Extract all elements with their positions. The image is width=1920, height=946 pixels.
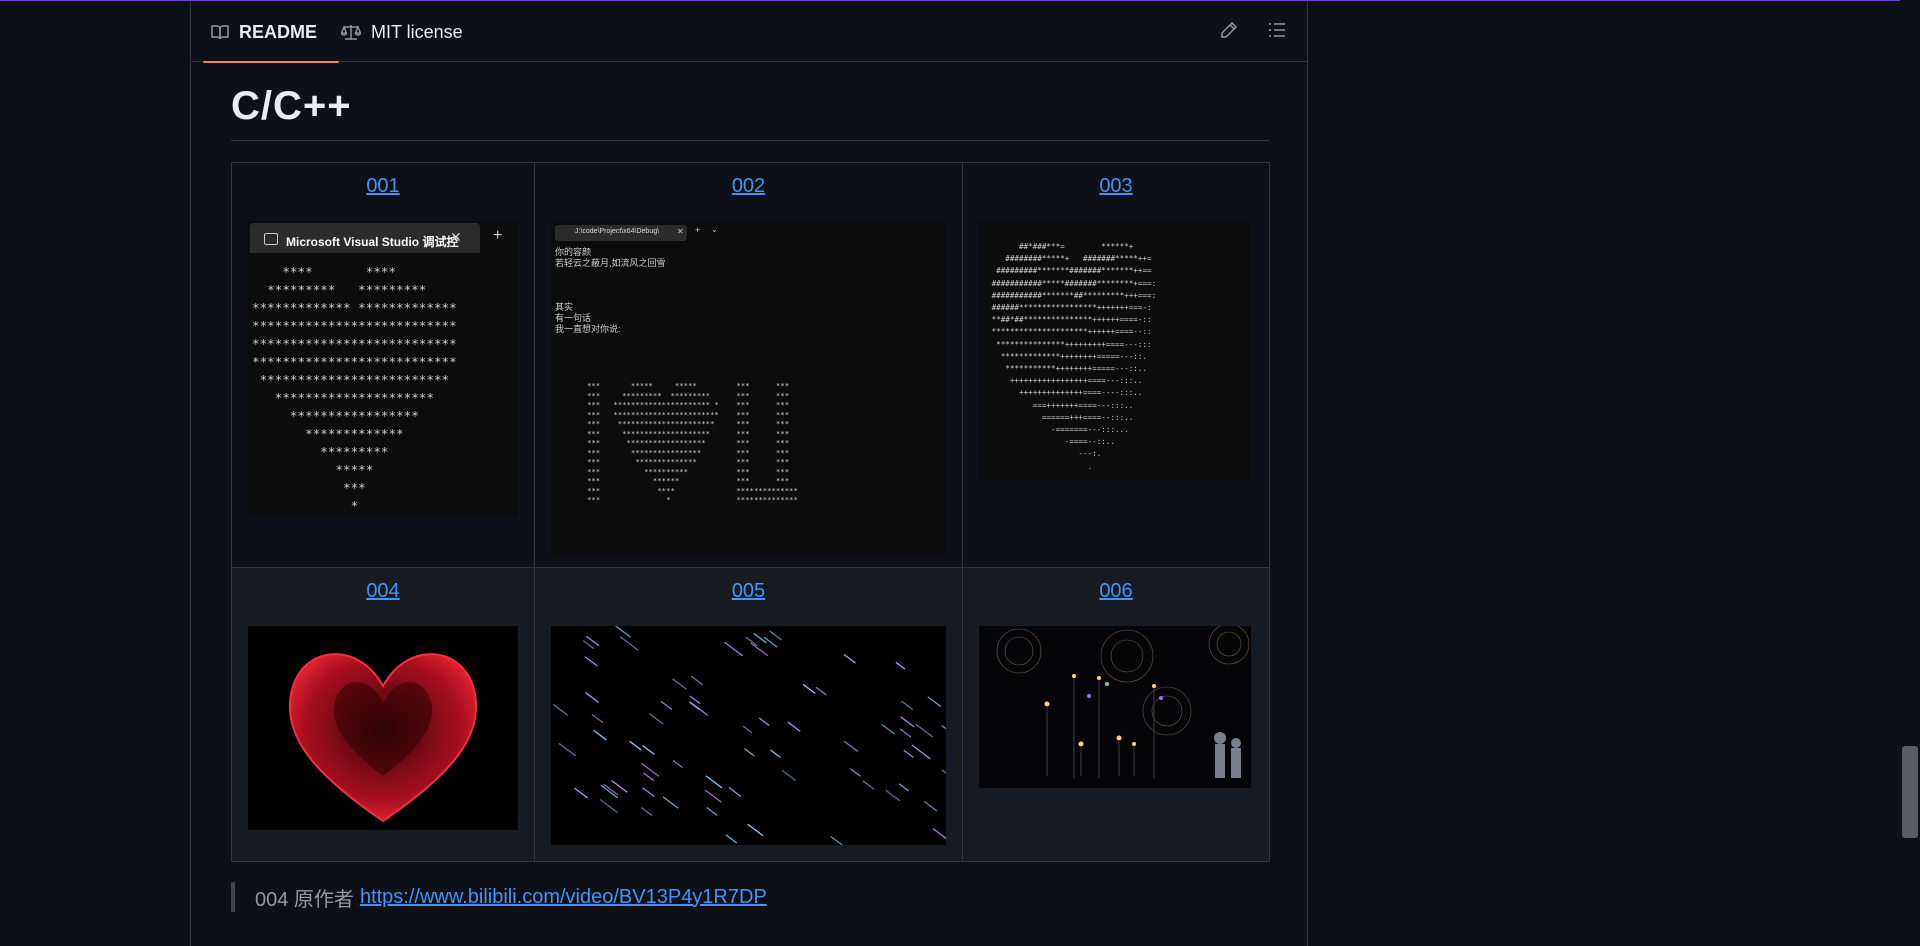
link-003[interactable]: 003 xyxy=(963,175,1269,198)
screenshot-006[interactable] xyxy=(979,626,1251,788)
console-title: J:\code\Project\x64\Debug\ xyxy=(575,228,660,235)
meteor-shower-image xyxy=(551,626,946,845)
tab-readme[interactable]: README xyxy=(203,2,339,63)
screenshot-004[interactable] xyxy=(248,626,518,830)
link-004[interactable]: 004 xyxy=(232,580,534,603)
particle-heart-image xyxy=(288,653,478,823)
tab-license-label: MIT license xyxy=(371,21,463,42)
link-006[interactable]: 006 xyxy=(963,580,1269,603)
ascii-i-love-u-art: *** ***** ***** *** *** *** ********* **… xyxy=(587,381,798,504)
fireworks-image xyxy=(979,626,1251,788)
heading-divider xyxy=(231,140,1269,141)
link-001[interactable]: 001 xyxy=(232,175,534,198)
gallery-cell-005: 005 xyxy=(534,567,963,862)
tab-readme-label: README xyxy=(239,21,318,42)
project-gallery: 001 Microsoft Visual Studio 调试控 ✕ + ****… xyxy=(231,162,1270,862)
book-icon xyxy=(211,24,229,40)
gallery-cell-002: 002 J:\code\Project\x64\Debug\ ✕ + ⌄ 你的容… xyxy=(534,162,963,568)
readme-panel: README MIT license C/C++ 001 Microsoft V… xyxy=(190,2,1308,946)
bilibili-link[interactable]: https://www.bilibili.com/video/BV13P4y1R… xyxy=(360,886,767,909)
gallery-cell-006: 006 xyxy=(962,567,1270,862)
page-scrollbar-thumb[interactable] xyxy=(1902,746,1918,838)
gallery-row: 004 005 006 xyxy=(231,567,1270,862)
vs-console-title: Microsoft Visual Studio 调试控 xyxy=(286,235,459,249)
console-titlebar: J:\code\Project\x64\Debug\ ✕ xyxy=(555,225,687,241)
plus-icon: + xyxy=(695,225,701,235)
link-002[interactable]: 002 xyxy=(535,175,962,198)
screenshot-003[interactable]: ##*###***= ******+ ########*****+ ######… xyxy=(979,221,1251,479)
tab-license[interactable]: MIT license xyxy=(341,2,463,62)
attribution-text: 004 原作者 xyxy=(255,888,354,911)
gallery-cell-004: 004 xyxy=(231,567,535,862)
link-005[interactable]: 005 xyxy=(535,580,962,603)
outline-button[interactable] xyxy=(1265,20,1289,44)
ascii-shaded-heart-art: ##*###***= ******+ ########*****+ ######… xyxy=(991,242,1157,471)
readme-tabbar: README MIT license xyxy=(191,2,1307,63)
gallery-cell-003: 003 ##*###***= ******+ ########*****+ ##… xyxy=(962,162,1270,568)
scale-icon xyxy=(341,24,361,40)
attribution-quote: 004 原作者 https://www.bilibili.com/video/B… xyxy=(231,882,767,912)
console-window-icon xyxy=(264,233,278,245)
chevron-down-icon: ⌄ xyxy=(711,225,718,234)
close-icon: ✕ xyxy=(677,227,684,236)
edit-file-button[interactable] xyxy=(1217,20,1241,44)
screenshot-001[interactable]: Microsoft Visual Studio 调试控 ✕ + **** ***… xyxy=(248,221,518,517)
gallery-row: 001 Microsoft Visual Studio 调试控 ✕ + ****… xyxy=(231,162,1270,568)
screenshot-002[interactable]: J:\code\Project\x64\Debug\ ✕ + ⌄ 你的容颜 若轻… xyxy=(551,221,946,555)
gallery-cell-001: 001 Microsoft Visual Studio 调试控 ✕ + ****… xyxy=(231,162,535,568)
plus-icon: + xyxy=(493,227,503,244)
list-icon xyxy=(1268,22,1286,43)
pencil-icon xyxy=(1220,21,1238,44)
ascii-heart-art: **** **** ********* ********* **********… xyxy=(252,264,457,513)
close-icon: ✕ xyxy=(450,229,462,245)
vs-console-tab: Microsoft Visual Studio 调试控 ✕ xyxy=(250,223,480,253)
screenshot-005[interactable] xyxy=(551,626,946,845)
console-text: 你的容颜 若轻云之蔽月,如流风之回雪 其实 有一句话 我一直想对你说: xyxy=(555,247,666,334)
top-accent-line xyxy=(0,0,1920,1)
section-heading: C/C++ xyxy=(231,84,352,128)
